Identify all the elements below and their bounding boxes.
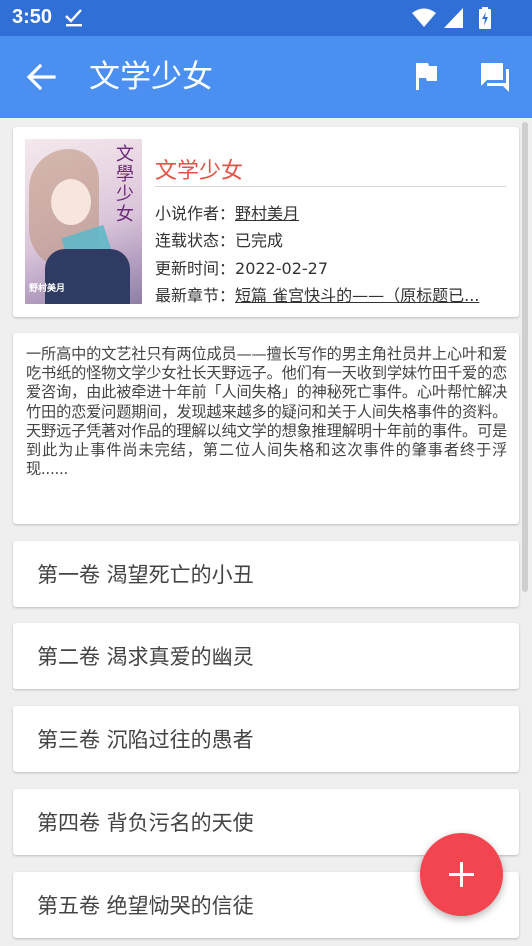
book-cover-image: 文學少女 野村美月 bbox=[25, 139, 142, 304]
latest-chapter-row: 最新章节：短篇 雀宫快斗的——（原标题已... bbox=[155, 282, 505, 306]
volume-item-3[interactable]: 第三卷 沉陷过往的愚者 bbox=[13, 706, 519, 772]
volume-label: 第五卷 绝望恸哭的信徒 bbox=[37, 894, 254, 918]
status-row: 连载状态：已完成 bbox=[155, 227, 283, 251]
page-title: 文学少女 bbox=[89, 59, 213, 95]
volume-label: 第四卷 背负污名的天使 bbox=[37, 811, 254, 835]
signal-icon bbox=[443, 8, 463, 28]
volume-label: 第一卷 渴望死亡的小丑 bbox=[37, 563, 254, 587]
status-time: 3:50 bbox=[12, 6, 53, 28]
status-bar: 3:50 bbox=[0, 0, 532, 36]
download-done-icon bbox=[65, 9, 82, 27]
updated-label: 更新时间： bbox=[155, 259, 236, 278]
app-bar: 文学少女 bbox=[0, 36, 532, 118]
book-info-card: 文學少女 野村美月 文学少女 小说作者：野村美月 连载状态：已完成 更新时间：2… bbox=[13, 127, 519, 317]
volume-label: 第三卷 沉陷过往的愚者 bbox=[37, 728, 254, 752]
volume-label: 第二卷 渴求真爱的幽灵 bbox=[37, 645, 254, 669]
author-row: 小说作者：野村美月 bbox=[155, 200, 299, 224]
volume-item-1[interactable]: 第一卷 渴望死亡的小丑 bbox=[13, 541, 519, 607]
forum-icon[interactable] bbox=[478, 60, 512, 94]
status-value: 已完成 bbox=[235, 231, 284, 250]
divider bbox=[155, 186, 506, 187]
battery-charging-icon bbox=[479, 7, 491, 29]
add-fab-button[interactable] bbox=[420, 833, 503, 916]
flag-icon[interactable] bbox=[410, 60, 442, 92]
book-title: 文学少女 bbox=[155, 159, 244, 184]
author-link[interactable]: 野村美月 bbox=[235, 204, 299, 223]
scrollbar[interactable] bbox=[522, 122, 528, 592]
author-label: 小说作者： bbox=[155, 204, 236, 223]
volume-item-2[interactable]: 第二卷 渴求真爱的幽灵 bbox=[13, 623, 519, 689]
wifi-icon bbox=[411, 8, 436, 27]
updated-value: 2022-02-27 bbox=[235, 259, 328, 278]
description-card: 一所高中的文艺社只有两位成员——擅长写作的男主角社员井上心叶和爱吃书纸的怪物文学… bbox=[13, 333, 519, 524]
plus-icon bbox=[449, 862, 474, 887]
latest-label: 最新章节： bbox=[155, 286, 236, 305]
back-arrow-icon[interactable] bbox=[24, 60, 58, 94]
cover-author: 野村美月 bbox=[29, 284, 66, 294]
book-description: 一所高中的文艺社只有两位成员——擅长写作的男主角社员井上心叶和爱吃书纸的怪物文学… bbox=[26, 345, 507, 479]
latest-chapter-link[interactable]: 短篇 雀宫快斗的——（原标题已... bbox=[235, 286, 479, 305]
status-icons bbox=[411, 7, 492, 29]
status-label: 连载状态： bbox=[155, 231, 236, 250]
cover-title: 文學少女 bbox=[116, 144, 134, 225]
updated-row: 更新时间：2022-02-27 bbox=[155, 255, 328, 279]
